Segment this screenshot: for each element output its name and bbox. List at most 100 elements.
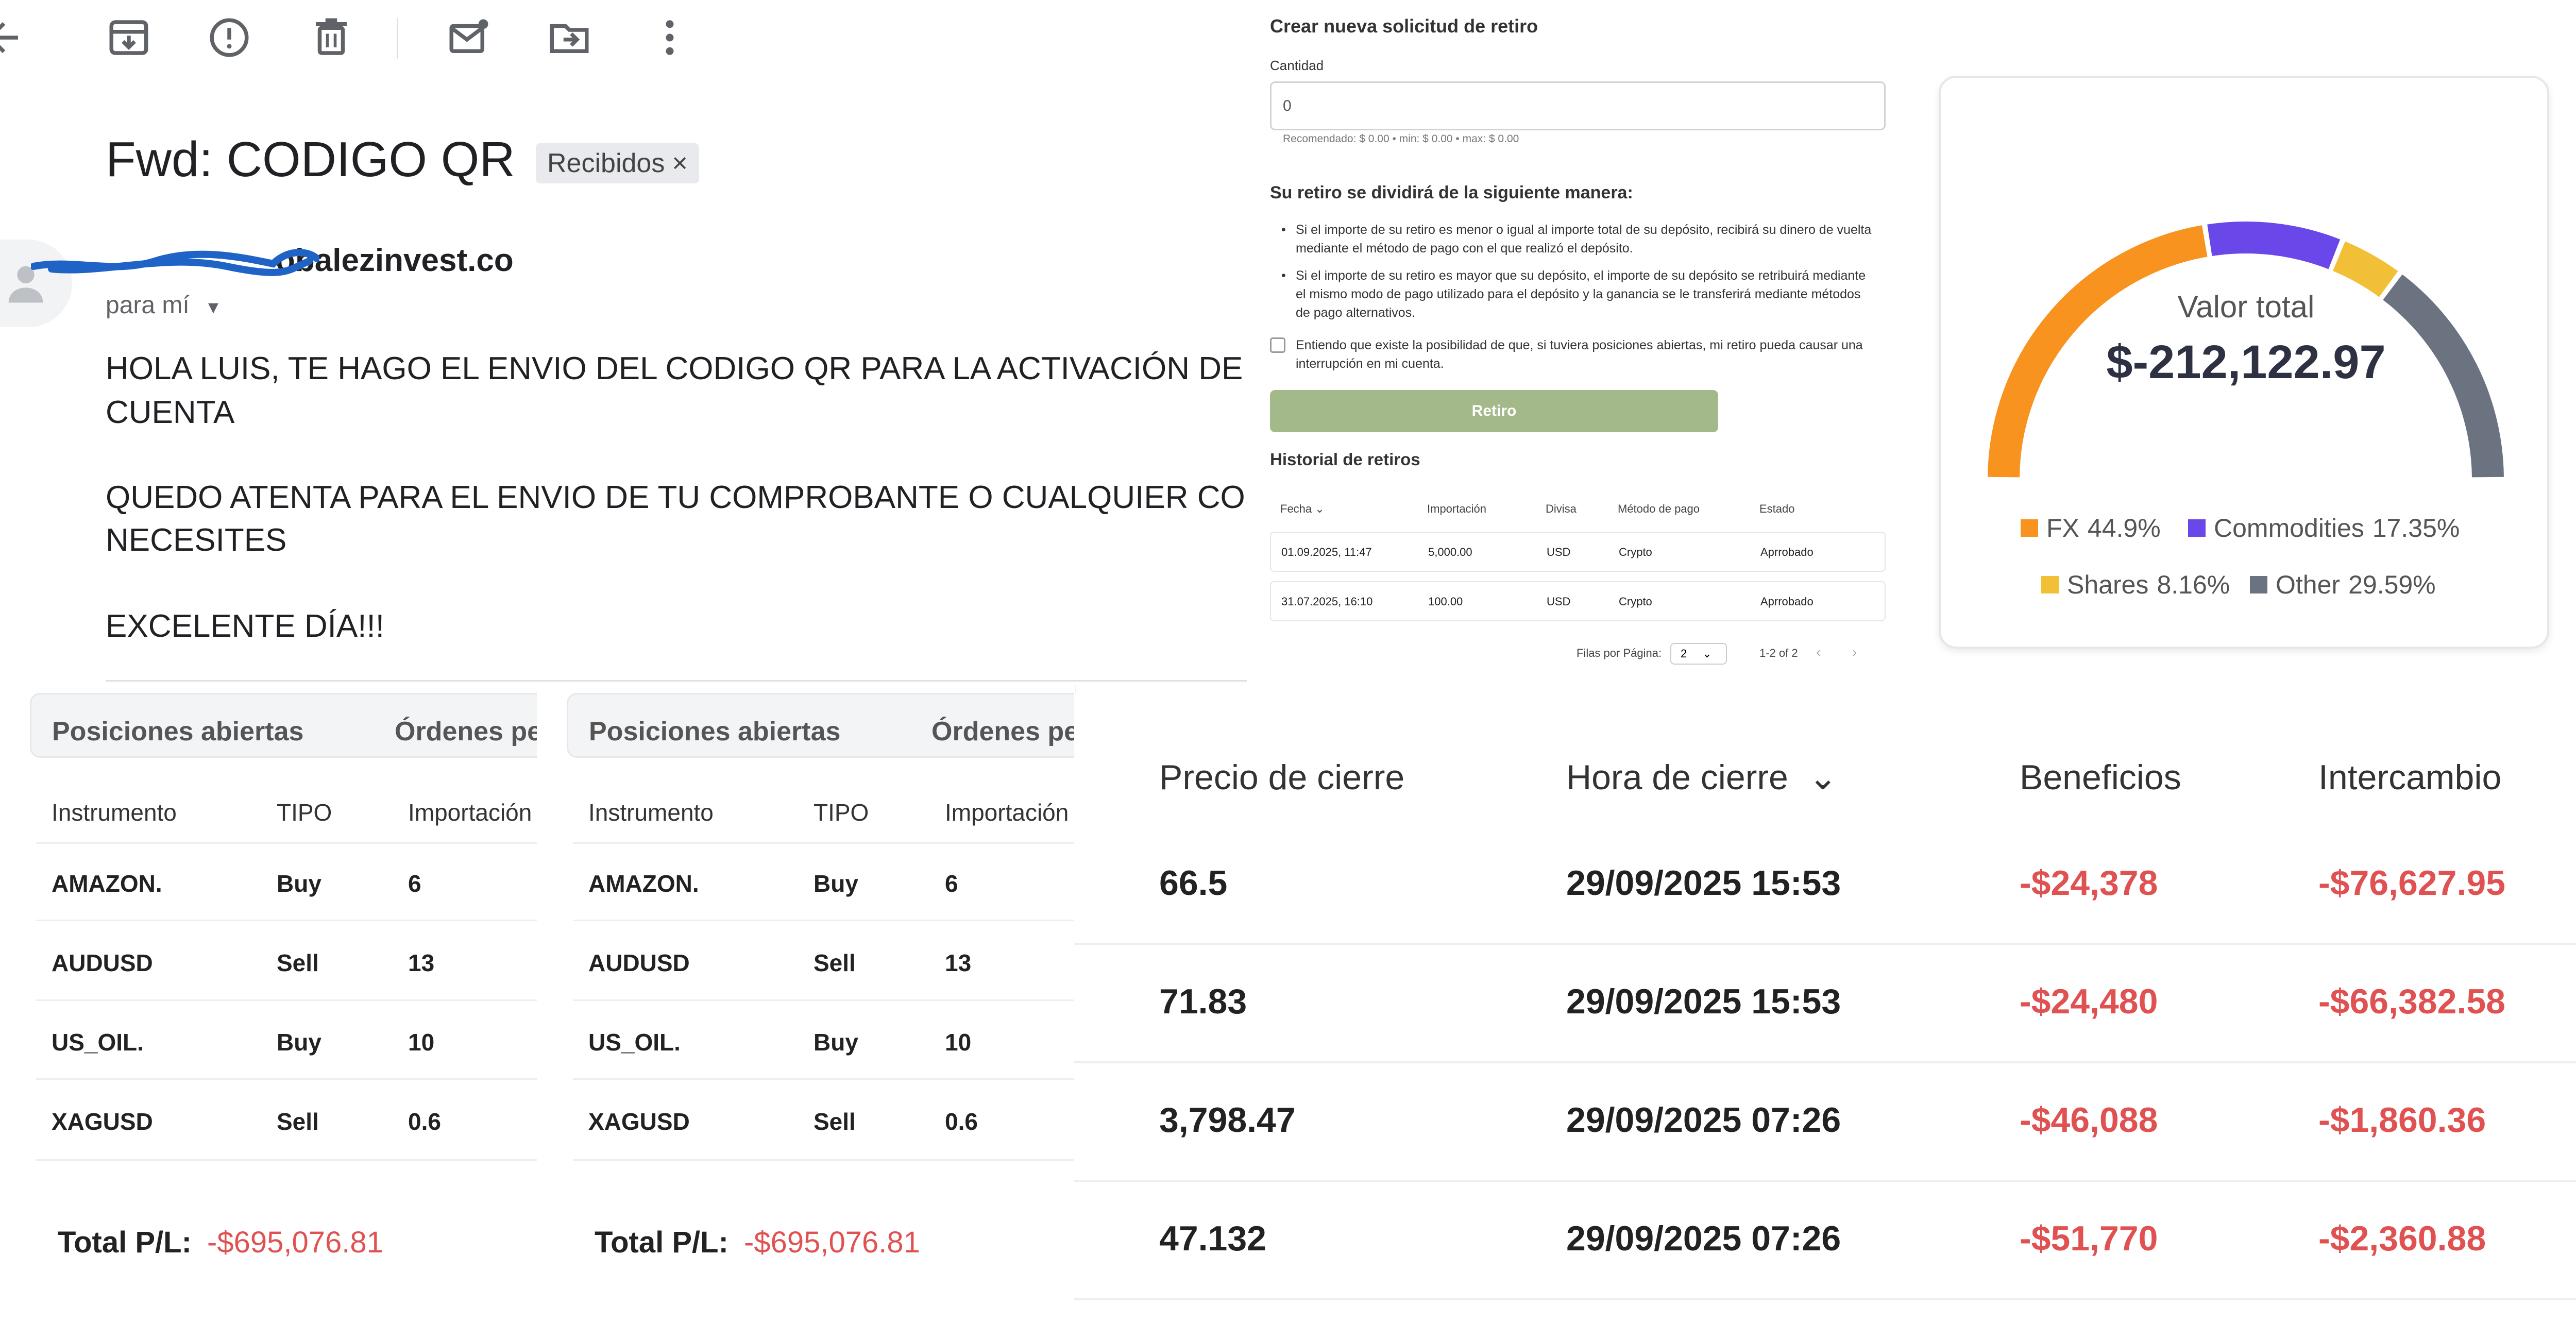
- mark-unread-icon[interactable]: [446, 14, 492, 61]
- email-view: Fwd: CODIGO QR Recibidos × obalezinvest.…: [0, 0, 1247, 685]
- cell-swap: -$1,860.36: [2318, 1100, 2486, 1140]
- cell-instrument: AUDUSD: [52, 949, 153, 976]
- cell-close-time: 29/09/2025 15:53: [1566, 863, 1841, 903]
- legend-swatch: [2250, 576, 2267, 593]
- sort-date-header[interactable]: Fecha ⌄: [1280, 502, 1325, 516]
- table-row[interactable]: 31.07.2025, 16:10 100.00 USD Crypto Aprr…: [1270, 581, 1886, 621]
- email-subject: Fwd: CODIGO QR: [106, 132, 515, 187]
- gauge-segment-shares: [2332, 241, 2398, 297]
- quantity-input[interactable]: [1270, 81, 1886, 130]
- total-pl-label: Total P/L:: [595, 1226, 728, 1259]
- cell-amount: 6: [408, 870, 421, 897]
- cell-instrument: US_OIL.: [52, 1029, 144, 1056]
- cell-profit: -$51,770: [2020, 1219, 2158, 1258]
- cell-instrument: AMAZON.: [588, 870, 699, 897]
- header-instrument: Instrumento: [588, 799, 714, 826]
- cell-amount: 13: [945, 949, 972, 976]
- tab-pending-orders[interactable]: Órdenes pe: [395, 716, 538, 747]
- email-body-line: NECESITES: [106, 522, 287, 558]
- rows-per-page-select[interactable]: 2 ⌄: [1670, 643, 1727, 665]
- withdraw-button[interactable]: Retiro: [1270, 390, 1718, 432]
- total-pl-value: -$695,076.81: [744, 1226, 920, 1259]
- pagination-range: 1-2 of 2: [1759, 647, 1798, 659]
- cell-date: 01.09.2025, 11:47: [1281, 546, 1372, 558]
- cell-type: Sell: [814, 1108, 856, 1135]
- cell-profit: -$24,480: [2020, 982, 2158, 1021]
- report-spam-icon[interactable]: [206, 14, 252, 61]
- tab-pending-orders[interactable]: Órdenes pe: [931, 716, 1075, 747]
- row-divider: [573, 920, 1075, 921]
- row-divider: [36, 999, 538, 1001]
- legend-name: Other: [2276, 570, 2341, 599]
- split-title: Su retiro se dividirá de la siguiente ma…: [1270, 183, 1633, 202]
- cell-amount: 10: [408, 1029, 435, 1056]
- delete-icon[interactable]: [308, 14, 354, 61]
- move-to-icon[interactable]: [546, 14, 592, 61]
- cell-amount: 5,000.00: [1428, 546, 1472, 558]
- cell-instrument: XAGUSD: [588, 1108, 690, 1135]
- split-bullet: Si el importe de su retiro es menor o ig…: [1281, 220, 1873, 258]
- chevron-down-icon: ⌄: [1315, 502, 1325, 515]
- cell-method: Crypto: [1619, 595, 1652, 608]
- positions-tabs: Posiciones abiertas Órdenes pe: [567, 693, 1075, 758]
- acknowledge-checkbox[interactable]: [1270, 337, 1285, 353]
- cell-profit: -$46,088: [2020, 1100, 2158, 1140]
- header-type: TIPO: [814, 799, 869, 826]
- chevron-down-icon: ⌄: [1808, 758, 1838, 797]
- header-amount: Importación: [408, 799, 532, 826]
- more-vert-icon[interactable]: [647, 14, 693, 61]
- legend-item-shares: Shares 8.16%: [2041, 570, 2230, 600]
- cell-type: Buy: [277, 1029, 321, 1056]
- header-instrument: Instrumento: [52, 799, 177, 826]
- row-divider: [1074, 1061, 2576, 1063]
- header-type: TIPO: [277, 799, 332, 826]
- archive-icon[interactable]: [106, 14, 152, 61]
- header-currency: Divisa: [1546, 502, 1577, 515]
- split-bullet: Si el importe de su retiro es mayor que …: [1281, 266, 1873, 322]
- toolbar-separator: [397, 18, 398, 59]
- back-arrow-icon[interactable]: [0, 14, 26, 61]
- row-divider: [573, 842, 1075, 844]
- header-label: Fecha: [1280, 502, 1312, 515]
- legend-item-other: Other 29.59%: [2250, 570, 2436, 600]
- cell-close-price: 66.5: [1159, 863, 1228, 903]
- tab-open-positions[interactable]: Posiciones abiertas: [52, 716, 303, 747]
- open-positions-panel: Posiciones abiertas Órdenes pe Instrumen…: [537, 685, 1076, 1323]
- legend-name: Commodities: [2214, 514, 2364, 542]
- legend-swatch: [2188, 519, 2206, 537]
- cell-close-time: 29/09/2025 07:26: [1566, 1219, 1841, 1258]
- recipient-text: para mí: [106, 292, 190, 319]
- next-page-icon[interactable]: ›: [1852, 644, 1857, 660]
- email-divider: [106, 680, 1247, 682]
- cell-close-time: 29/09/2025 07:26: [1566, 1100, 1841, 1140]
- sort-close-time-header[interactable]: Hora de cierre ⌄: [1566, 757, 1838, 798]
- table-row[interactable]: 01.09.2025, 11:47 5,000.00 USD Crypto Ap…: [1270, 532, 1886, 572]
- open-positions-panel: Posiciones abiertas Órdenes pe Instrumen…: [0, 685, 539, 1323]
- closed-trades-table: Precio de cierre Hora de cierre ⌄ Benefi…: [1074, 693, 2576, 1323]
- tab-open-positions[interactable]: Posiciones abiertas: [589, 716, 840, 747]
- cell-swap: -$66,382.58: [2318, 982, 2505, 1021]
- row-divider: [573, 1078, 1075, 1080]
- inbox-label-chip[interactable]: Recibidos ×: [536, 143, 699, 183]
- legend-name: FX: [2046, 514, 2079, 542]
- row-divider: [36, 920, 538, 921]
- row-divider: [36, 842, 538, 844]
- history-title: Historial de retiros: [1270, 450, 1420, 469]
- header-amount: Importación: [1427, 502, 1486, 515]
- email-body-line: HOLA LUIS, TE HAGO EL ENVIO DEL CODIGO Q…: [106, 351, 1247, 386]
- legend-name: Shares: [2067, 570, 2149, 599]
- legend-pct: 44.9%: [2087, 514, 2161, 542]
- cell-type: Buy: [814, 1029, 858, 1056]
- prev-page-icon[interactable]: ‹: [1816, 644, 1821, 660]
- recipient-dropdown[interactable]: para mí ▼: [106, 291, 222, 319]
- cell-instrument: US_OIL.: [588, 1029, 681, 1056]
- row-divider: [1074, 1180, 2576, 1182]
- remove-label-icon[interactable]: ×: [672, 148, 687, 179]
- cell-instrument: XAGUSD: [52, 1108, 153, 1135]
- quantity-hint: Recomendado: $ 0.00 • min: $ 0.00 • max:…: [1283, 133, 1519, 145]
- cell-amount: 100.00: [1428, 595, 1463, 608]
- cell-swap: -$76,627.95: [2318, 863, 2505, 903]
- form-title: Crear nueva solicitud de retiro: [1270, 15, 1538, 37]
- cell-amount: 10: [945, 1029, 972, 1056]
- legend-pct: 8.16%: [2157, 570, 2230, 599]
